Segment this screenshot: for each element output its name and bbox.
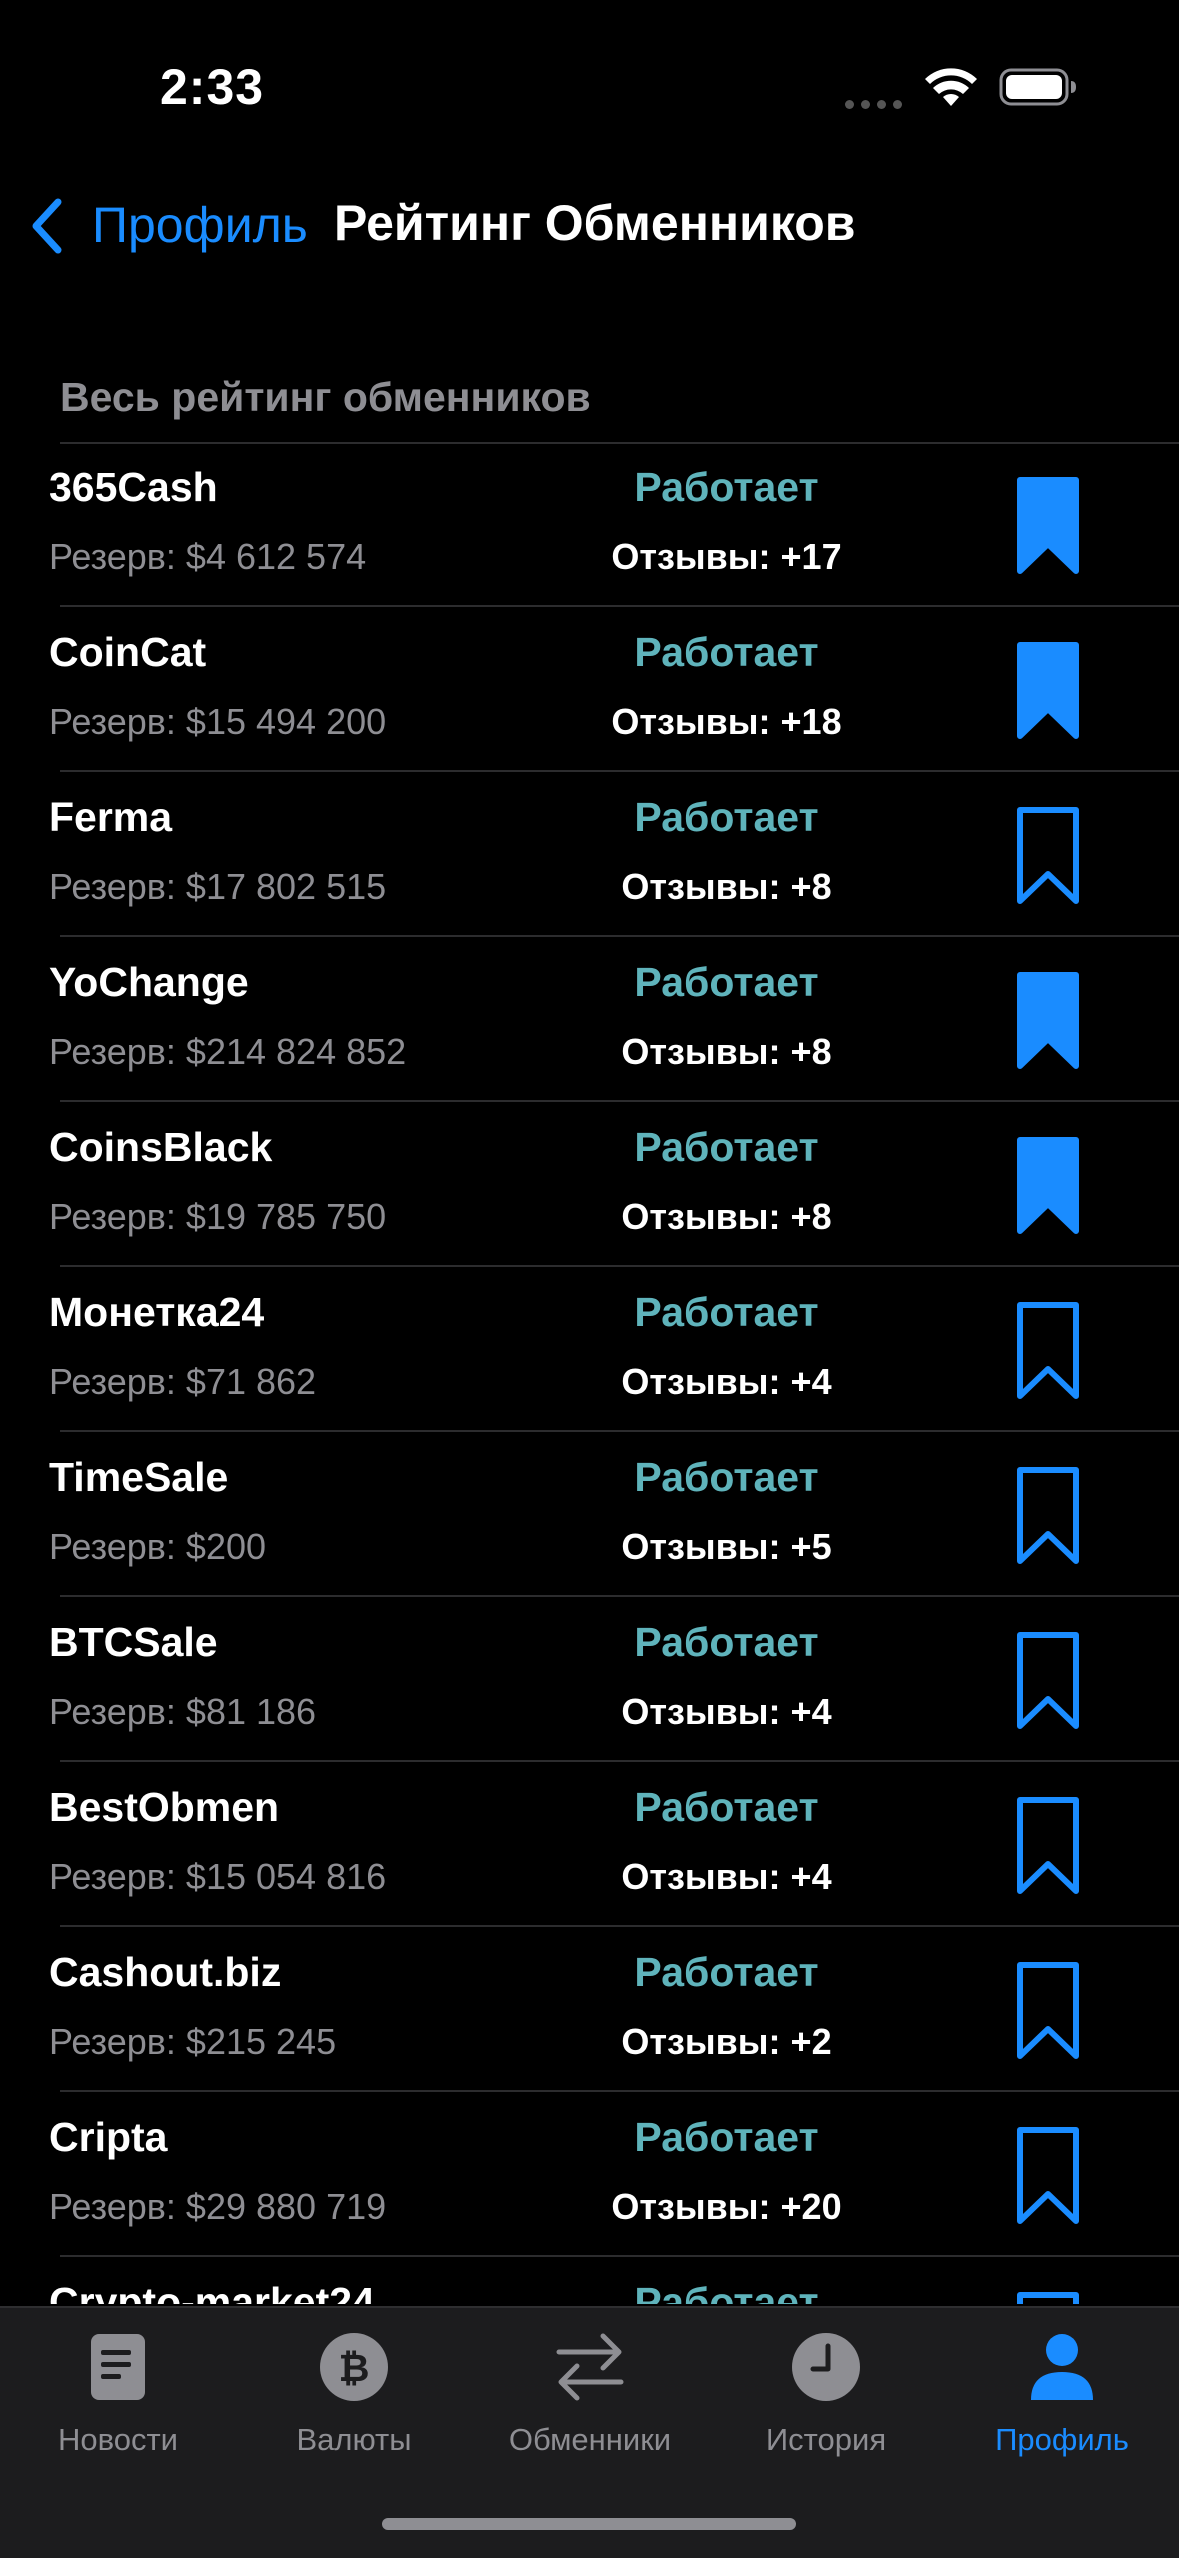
bookmark-outline-icon[interactable]	[1016, 2291, 1080, 2304]
page-title: Рейтинг Обменников	[334, 195, 856, 251]
clock-icon	[792, 2333, 860, 2401]
tab-label: Новости	[57, 2422, 178, 2457]
tab-news[interactable]: Новости	[0, 2308, 236, 2488]
exchanger-name: CoinCat	[49, 629, 207, 675]
exchanger-status: Работает	[634, 464, 819, 510]
tab-profile[interactable]: Профиль	[944, 2308, 1179, 2488]
exchanger-name: TimeSale	[49, 1454, 229, 1500]
exchanger-row[interactable]: Cripta Резерв: $29 880 719 Работает Отзы…	[0, 2092, 1179, 2257]
exchanger-row[interactable]: 365Cash Резерв: $4 612 574 Работает Отзы…	[0, 442, 1179, 607]
bookmark-outline-icon[interactable]	[1016, 1301, 1080, 1401]
exchanger-status: Работает	[634, 1784, 819, 1830]
exchanger-row[interactable]: Ferma Резерв: $17 802 515 Работает Отзыв…	[0, 772, 1179, 937]
exchanger-row[interactable]: YoChange Резерв: $214 824 852 Работает О…	[0, 937, 1179, 1102]
tab-label: Обменники	[508, 2422, 672, 2457]
exchanger-reviews: Отзывы: +5	[621, 1526, 832, 1567]
tab-currencies[interactable]: ₿ Валюты	[236, 2308, 472, 2488]
exchanger-name: Монетка24	[49, 1289, 265, 1335]
bookmark-filled-icon[interactable]	[1016, 476, 1080, 576]
person-icon	[1031, 2334, 1093, 2400]
bookmark-filled-icon[interactable]	[1016, 971, 1080, 1071]
exchanger-row[interactable]: Crypto-market24 Работает	[0, 2257, 1179, 2304]
exchanger-reserve: Резерв: $15 494 200	[49, 701, 387, 742]
exchanger-name: BestObmen	[49, 1784, 280, 1830]
tab-history[interactable]: История	[708, 2308, 944, 2488]
svg-text:₿: ₿	[339, 2346, 370, 2390]
home-indicator	[382, 2518, 796, 2530]
exchanger-list[interactable]: 365Cash Резерв: $4 612 574 Работает Отзы…	[0, 442, 1179, 2304]
exchanger-reviews: Отзывы: +8	[621, 1031, 832, 1072]
exchanger-name: 365Cash	[49, 464, 218, 510]
exchanger-status: Работает	[634, 2114, 819, 2160]
exchanger-name: YoChange	[49, 959, 249, 1005]
exchanger-row[interactable]: TimeSale Резерв: $200 Работает Отзывы: +…	[0, 1432, 1179, 1597]
exchanger-name: BTCSale	[49, 1619, 218, 1665]
bookmark-outline-icon[interactable]	[1016, 2126, 1080, 2226]
battery-icon	[999, 68, 1076, 106]
status-bar: 2:33	[0, 0, 1179, 170]
back-button[interactable]: Профиль	[92, 196, 308, 254]
bookmark-outline-icon[interactable]	[1016, 1961, 1080, 2061]
exchanger-status: Работает	[634, 1289, 819, 1335]
cellular-signal-icon	[845, 96, 909, 114]
news-icon	[91, 2334, 145, 2400]
exchanger-reviews: Отзывы: +20	[611, 2186, 842, 2227]
exchanger-status: Работает	[634, 1124, 819, 1170]
exchanger-reserve: Резерв: $29 880 719	[49, 2186, 387, 2227]
exchanger-row[interactable]: Cashout.biz Резерв: $215 245 Работает От…	[0, 1927, 1179, 2092]
exchanger-row[interactable]: BTCSale Резерв: $81 186 Работает Отзывы:…	[0, 1597, 1179, 1762]
exchanger-status: Работает	[634, 2279, 819, 2304]
wifi-icon	[925, 68, 977, 106]
exchanger-reviews: Отзывы: +8	[621, 1196, 832, 1237]
exchanger-reviews: Отзывы: +18	[611, 701, 842, 742]
exchanger-status: Работает	[634, 1619, 819, 1665]
section-header: Весь рейтинг обменников	[60, 374, 591, 420]
exchanger-status: Работает	[634, 959, 819, 1005]
bookmark-filled-icon[interactable]	[1016, 641, 1080, 741]
tab-label: История	[765, 2422, 887, 2457]
exchanger-status: Работает	[634, 1949, 819, 1995]
exchanger-reserve: Резерв: $19 785 750	[49, 1196, 387, 1237]
bookmark-outline-icon[interactable]	[1016, 1466, 1080, 1566]
exchanger-status: Работает	[634, 1454, 819, 1500]
bookmark-outline-icon[interactable]	[1016, 806, 1080, 906]
exchanger-reserve: Резерв: $71 862	[49, 1361, 317, 1402]
exchanger-name: Crypto-market24	[49, 2279, 375, 2304]
bookmark-outline-icon[interactable]	[1016, 1796, 1080, 1896]
exchanger-reviews: Отзывы: +2	[621, 2021, 832, 2062]
exchanger-name: Ferma	[49, 794, 173, 840]
exchanger-reviews: Отзывы: +4	[621, 1361, 832, 1402]
tab-label: Валюты	[296, 2422, 412, 2457]
chevron-left-icon[interactable]	[26, 196, 66, 256]
exchanger-reserve: Резерв: $215 245	[49, 2021, 337, 2062]
exchanger-row[interactable]: CoinsBlack Резерв: $19 785 750 Работает …	[0, 1102, 1179, 1267]
exchanger-reserve: Резерв: $200	[49, 1526, 267, 1567]
exchanger-status: Работает	[634, 794, 819, 840]
exchanger-reserve: Резерв: $4 612 574	[49, 536, 367, 577]
exchanger-reviews: Отзывы: +8	[621, 866, 832, 907]
exchanger-reserve: Резерв: $214 824 852	[49, 1031, 407, 1072]
exchanger-reserve: Резерв: $17 802 515	[49, 866, 387, 907]
exchanger-status: Работает	[634, 629, 819, 675]
exchanger-name: Cashout.biz	[49, 1949, 282, 1995]
status-time: 2:33	[160, 59, 265, 115]
exchanger-row[interactable]: CoinCat Резерв: $15 494 200 Работает Отз…	[0, 607, 1179, 772]
bookmark-outline-icon[interactable]	[1016, 1631, 1080, 1731]
tab-label: Профиль	[995, 2422, 1129, 2457]
tab-exchangers[interactable]: Обменники	[472, 2308, 708, 2488]
bookmark-filled-icon[interactable]	[1016, 1136, 1080, 1236]
exchange-arrows-icon	[556, 2333, 624, 2401]
exchanger-row[interactable]: BestObmen Резерв: $15 054 816 Работает О…	[0, 1762, 1179, 1927]
exchanger-reviews: Отзывы: +4	[621, 1691, 832, 1732]
exchanger-reviews: Отзывы: +17	[611, 536, 842, 577]
bitcoin-icon: ₿	[320, 2333, 388, 2401]
exchanger-reserve: Резерв: $15 054 816	[49, 1856, 387, 1897]
exchanger-name: Cripta	[49, 2114, 168, 2160]
exchanger-row[interactable]: Монетка24 Резерв: $71 862 Работает Отзыв…	[0, 1267, 1179, 1432]
exchanger-reserve: Резерв: $81 186	[49, 1691, 317, 1732]
exchanger-name: CoinsBlack	[49, 1124, 273, 1170]
exchanger-reviews: Отзывы: +4	[621, 1856, 832, 1897]
